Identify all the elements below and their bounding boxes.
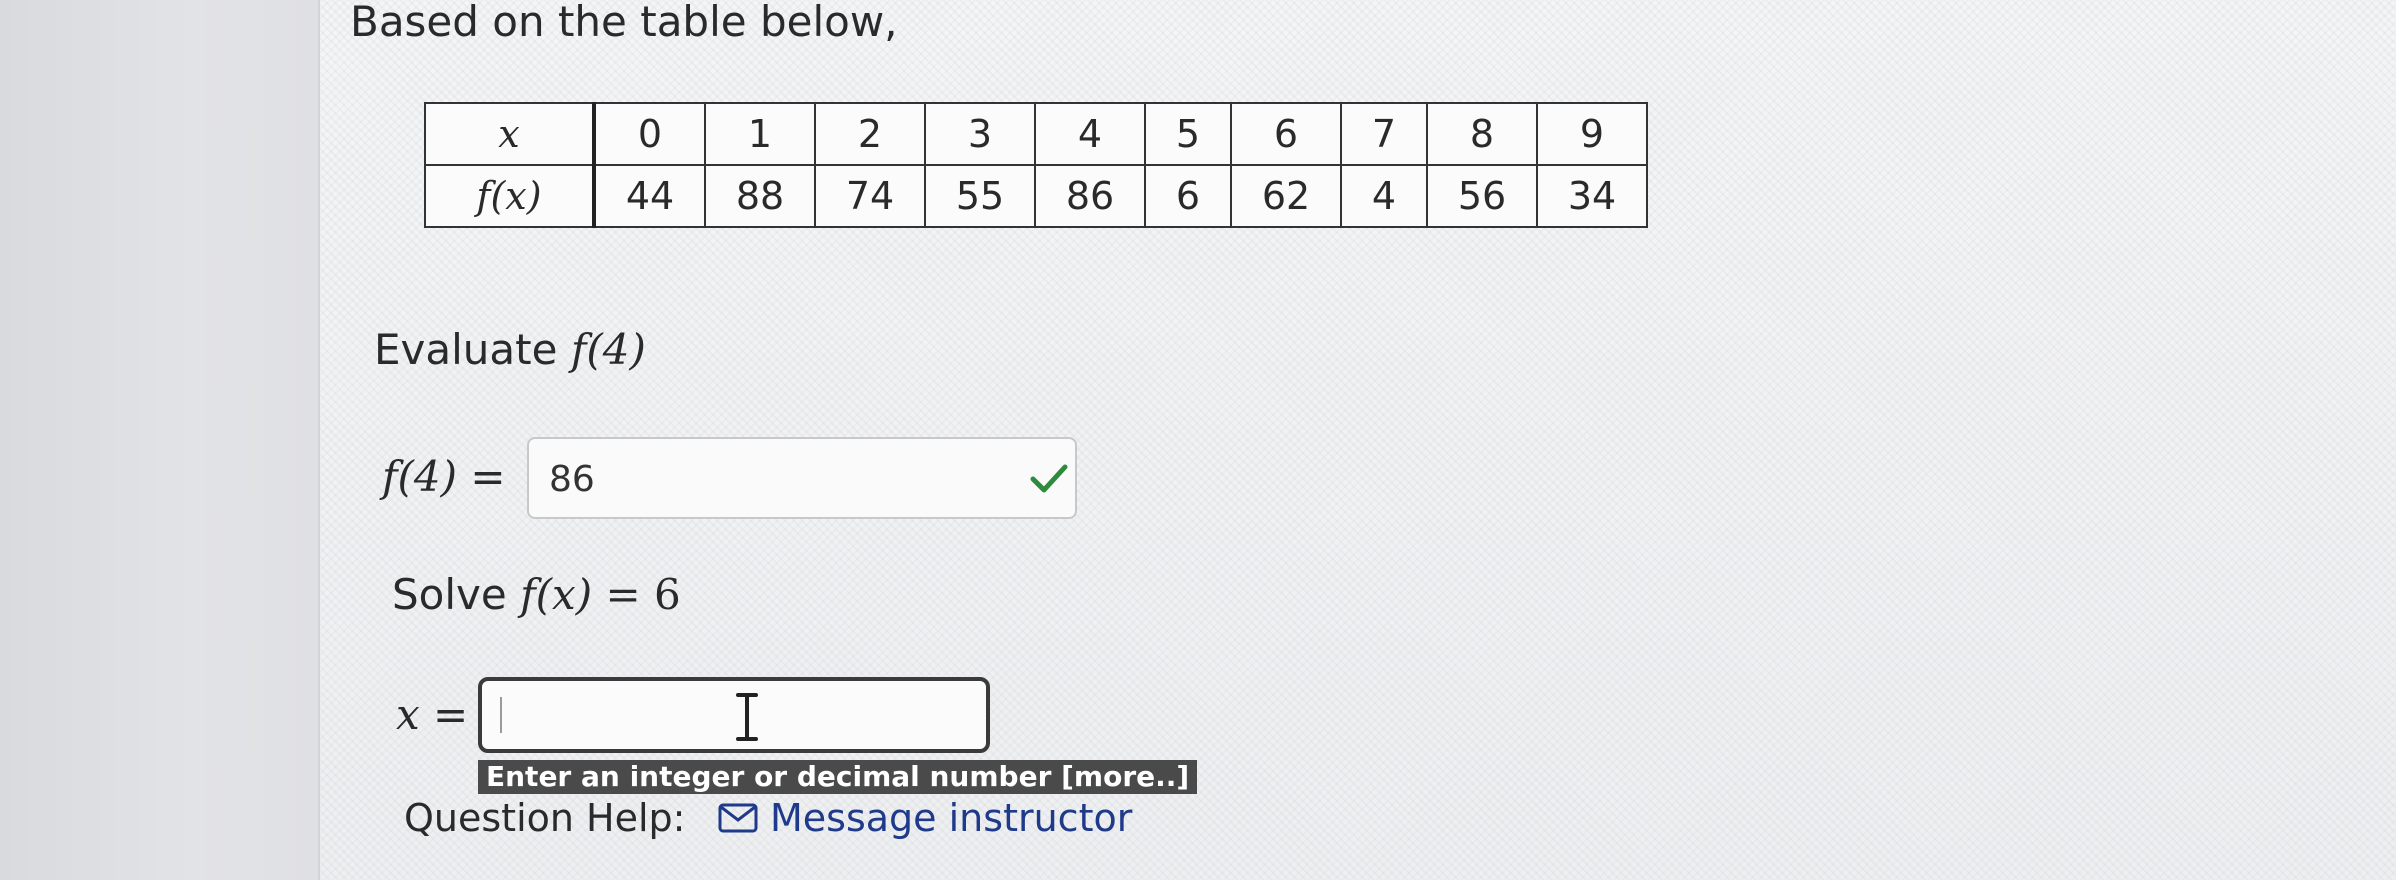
answer-2-input[interactable] xyxy=(478,677,990,753)
mail-icon xyxy=(718,803,758,833)
x-cell: 9 xyxy=(1536,102,1648,166)
question-1-prefix: Evaluate xyxy=(374,325,571,374)
text-cursor-icon xyxy=(736,693,758,741)
question-2-equation-rhs: = 6 xyxy=(605,570,681,619)
answer-1-label-expr: f(4) xyxy=(382,452,458,501)
question-1-prompt: Evaluate f(4) xyxy=(374,325,646,374)
fx-cell: 88 xyxy=(704,164,816,228)
fx-row: f(x) 44 88 74 55 86 6 62 4 56 34 xyxy=(424,164,1648,228)
x-cell: 5 xyxy=(1144,102,1232,166)
fx-cell: 86 xyxy=(1034,164,1146,228)
fx-cell: 56 xyxy=(1426,164,1538,228)
left-margin xyxy=(0,0,320,880)
answer-1-field[interactable]: 86 xyxy=(527,437,1077,519)
x-cell: 7 xyxy=(1340,102,1428,166)
input-hint-tooltip[interactable]: Enter an integer or decimal number [more… xyxy=(478,760,1198,794)
message-instructor-label[interactable]: Message instructor xyxy=(770,796,1132,840)
fx-cell: 6 xyxy=(1144,164,1232,228)
x-cell: 1 xyxy=(704,102,816,166)
question-1-expression: f(4) xyxy=(570,325,646,374)
values-table: x 0 1 2 3 4 5 6 7 8 9 f(x) 44 88 74 55 8… xyxy=(424,102,1648,228)
x-cell: 2 xyxy=(814,102,926,166)
x-cell: 0 xyxy=(593,102,706,166)
intro-text: Based on the table below, xyxy=(350,0,898,46)
message-instructor-link[interactable]: Message instructor xyxy=(718,796,1132,840)
x-cell: 4 xyxy=(1034,102,1146,166)
fx-cell: 74 xyxy=(814,164,926,228)
question-2-prefix: Solve xyxy=(392,570,521,619)
x-cell: 3 xyxy=(924,102,1036,166)
x-cell: 8 xyxy=(1426,102,1538,166)
answer-1-label: f(4) = xyxy=(382,452,506,501)
answer-1-value[interactable]: 86 xyxy=(549,459,595,500)
question-help-label: Question Help: xyxy=(404,796,686,840)
question-2-prompt: Solve f(x) = 6 xyxy=(392,570,681,619)
answer-2-label: x = xyxy=(396,690,468,739)
text-caret xyxy=(500,697,502,733)
answer-1-equals: = xyxy=(470,452,506,501)
x-cell: 6 xyxy=(1230,102,1342,166)
answer-2-label-var: x xyxy=(396,690,420,739)
question-2-expression: f(x) xyxy=(520,570,593,619)
fx-cell: 34 xyxy=(1536,164,1648,228)
fx-cell: 62 xyxy=(1230,164,1342,228)
answer-2-equals: = xyxy=(433,690,469,739)
x-header: x xyxy=(424,102,596,166)
fx-header: f(x) xyxy=(424,164,596,228)
fx-cell: 55 xyxy=(924,164,1036,228)
fx-cell: 4 xyxy=(1340,164,1428,228)
fx-cell: 44 xyxy=(593,164,706,228)
x-row: x 0 1 2 3 4 5 6 7 8 9 xyxy=(424,102,1648,166)
checkmark-icon xyxy=(1030,464,1068,493)
